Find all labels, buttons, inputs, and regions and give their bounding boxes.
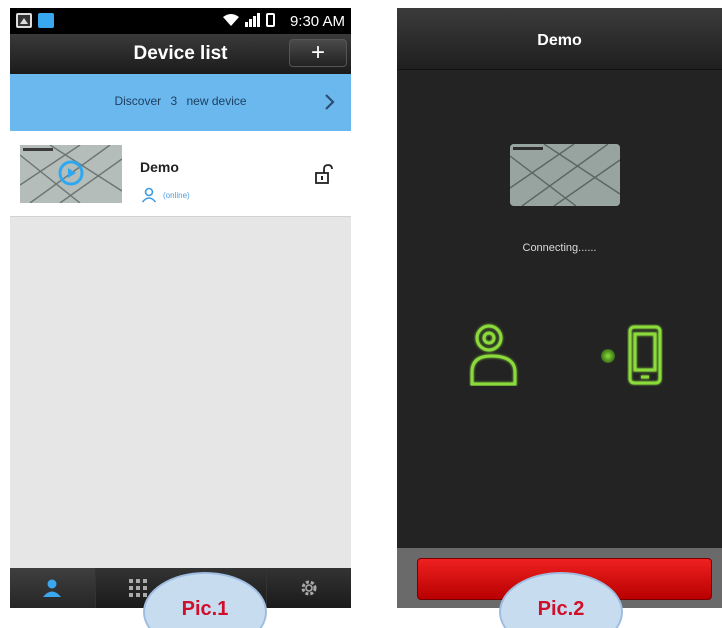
phone-icon bbox=[628, 325, 662, 385]
play-icon[interactable] bbox=[58, 160, 84, 186]
chevron-right-icon bbox=[325, 94, 335, 110]
tab-settings[interactable] bbox=[266, 568, 351, 608]
user-icon bbox=[43, 579, 62, 597]
status-icons bbox=[222, 13, 275, 27]
tab-devices[interactable] bbox=[10, 568, 96, 608]
device-list-item[interactable]: Demo (online) bbox=[10, 131, 351, 217]
device-thumbnail bbox=[510, 144, 620, 206]
app-header: Device list + bbox=[10, 34, 351, 74]
app-header: Demo bbox=[397, 8, 722, 70]
discover-banner[interactable]: Discover 3 new device bbox=[10, 74, 351, 131]
battery-icon bbox=[266, 13, 275, 27]
gallery-notification-icon bbox=[16, 13, 32, 28]
device-name: Demo bbox=[140, 159, 179, 175]
unlock-icon[interactable] bbox=[315, 164, 333, 184]
grid-icon bbox=[128, 579, 147, 597]
connecting-screen: Demo Connecting...... bbox=[397, 8, 722, 608]
status-bar: 9:30 AM bbox=[10, 8, 351, 34]
page-title: Demo bbox=[537, 32, 582, 49]
caption-pic1-label: Pic.1 bbox=[181, 598, 229, 620]
gear-icon bbox=[301, 580, 317, 596]
app-notification-icon bbox=[38, 13, 54, 28]
camera-icon bbox=[470, 324, 517, 386]
caption-pic2-label: Pic.2 bbox=[537, 598, 585, 620]
device-thumbnail[interactable] bbox=[20, 145, 122, 203]
user-status-icon bbox=[141, 187, 157, 203]
add-device-button[interactable]: + bbox=[289, 39, 347, 67]
connecting-status: Connecting...... bbox=[522, 242, 597, 254]
discover-text: Discover 3 new device bbox=[10, 94, 351, 108]
device-list-screen: 9:30 AM Device list + Discover 3 new dev… bbox=[10, 8, 351, 608]
connection-dot bbox=[601, 349, 615, 363]
discover-suffix: new device bbox=[186, 94, 247, 108]
discover-prefix: Discover bbox=[114, 94, 162, 108]
wifi-icon bbox=[223, 14, 239, 26]
status-time: 9:30 AM bbox=[289, 13, 345, 30]
signal-icon bbox=[245, 13, 260, 27]
camera-preview-image bbox=[510, 144, 620, 206]
device-status: (online) bbox=[163, 191, 190, 200]
discover-count: 3 bbox=[170, 94, 178, 108]
